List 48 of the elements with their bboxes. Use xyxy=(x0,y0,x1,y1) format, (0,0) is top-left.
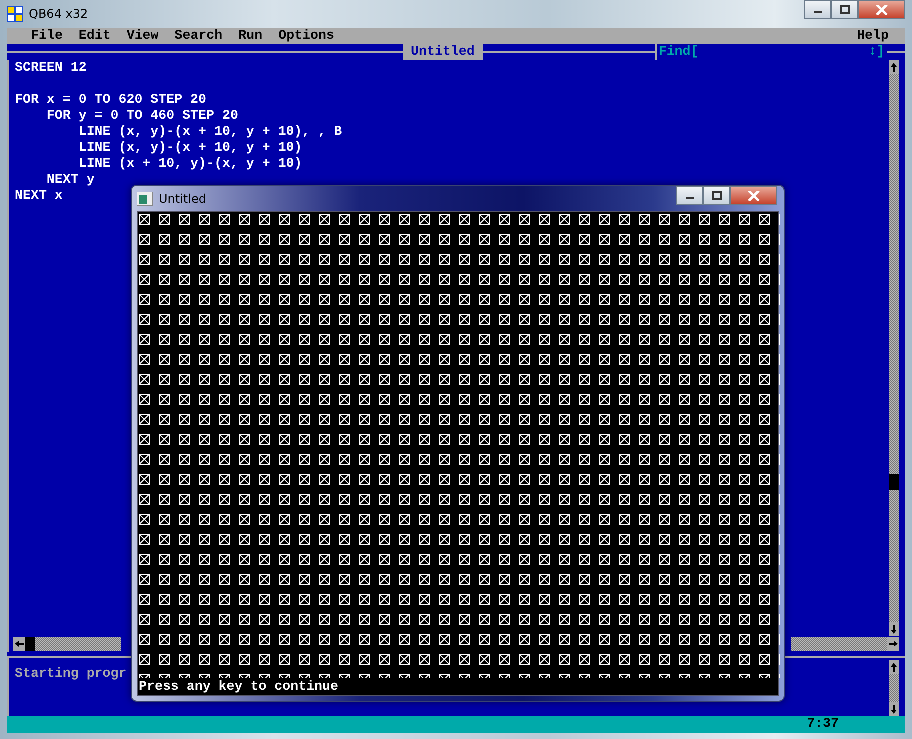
menu-item[interactable]: Run xyxy=(238,28,263,44)
close-icon xyxy=(748,190,760,200)
cursor-position: 7:37 xyxy=(807,716,839,733)
scrollbar-thumb[interactable] xyxy=(25,637,35,651)
arrow-down-icon[interactable] xyxy=(891,704,897,714)
arrow-up-icon[interactable] xyxy=(891,662,897,672)
window-title: QB64 x32 xyxy=(29,6,88,23)
code-line: SCREEN 12 xyxy=(15,60,87,75)
window-icon xyxy=(137,192,153,206)
arrow-right-icon[interactable] xyxy=(888,641,898,647)
minimize-button[interactable] xyxy=(676,186,703,205)
close-button[interactable] xyxy=(730,186,777,205)
menu-item[interactable]: Edit xyxy=(78,28,111,44)
maximize-icon xyxy=(840,4,850,14)
minimize-button[interactable] xyxy=(804,0,831,19)
close-icon xyxy=(876,4,888,14)
window-title: Untitled xyxy=(159,190,206,208)
menu-item[interactable]: Help xyxy=(857,28,905,44)
code-line: NEXT y xyxy=(46,172,95,187)
maximize-icon xyxy=(712,190,722,200)
code-line: FOR x = 0 TO 620 STEP 20 xyxy=(15,92,207,107)
menu-item[interactable]: Options xyxy=(278,28,334,44)
editor-title: Untitled xyxy=(403,44,483,60)
code-line: LINE (x, y)-(x + 10, y + 10) xyxy=(78,140,302,155)
scrollbar-thumb[interactable] xyxy=(889,474,899,490)
close-button[interactable] xyxy=(858,0,905,19)
menu-item[interactable]: Search xyxy=(174,28,223,44)
app-icon xyxy=(7,6,23,22)
arrow-down-icon[interactable] xyxy=(891,624,897,634)
output-text: Starting progr xyxy=(15,666,127,681)
code-line: LINE (x, y)-(x + 10, y + 10), , B xyxy=(78,124,342,139)
code-line: LINE (x + 10, y)-(x, y + 10) xyxy=(78,156,302,171)
find-field[interactable]: Find[ ↕] xyxy=(654,44,887,60)
code-line: FOR y = 0 TO 460 STEP 20 xyxy=(46,108,238,123)
menu-item[interactable]: View xyxy=(126,28,159,44)
arrow-up-icon[interactable] xyxy=(891,62,897,72)
vertical-scrollbar[interactable] xyxy=(889,60,899,636)
menu-item[interactable]: File xyxy=(31,28,63,44)
horizontal-scrollbar[interactable] xyxy=(791,637,899,651)
arrow-left-icon[interactable] xyxy=(14,641,24,647)
horizontal-scrollbar[interactable] xyxy=(13,637,121,651)
minimize-icon xyxy=(686,197,694,199)
output-message: Press any key to continue xyxy=(138,678,340,695)
vertical-scrollbar[interactable] xyxy=(889,660,899,716)
maximize-button[interactable] xyxy=(703,186,730,205)
maximize-button[interactable] xyxy=(831,0,858,19)
code-line: NEXT x xyxy=(15,188,63,203)
minimize-icon xyxy=(814,11,822,13)
